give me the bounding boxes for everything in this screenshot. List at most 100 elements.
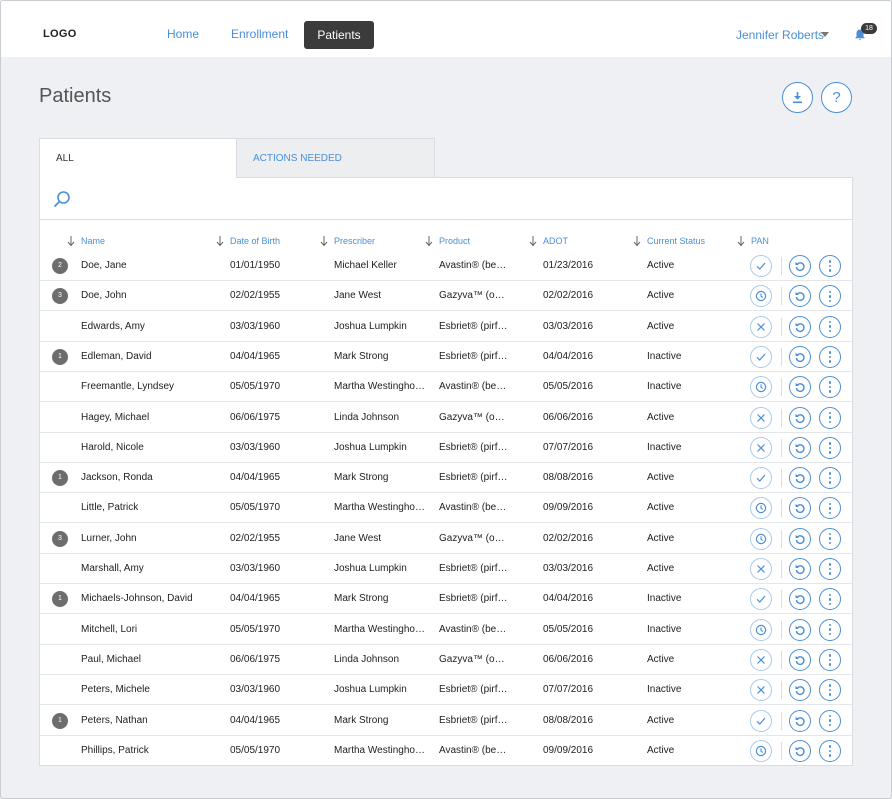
pan-status-button[interactable] xyxy=(750,406,772,429)
more-options-button[interactable] xyxy=(819,255,841,277)
pan-status-button[interactable] xyxy=(750,376,772,399)
pan-status-button[interactable] xyxy=(750,648,772,671)
more-options-button[interactable] xyxy=(819,679,841,702)
more-options-button[interactable] xyxy=(819,497,841,520)
more-options-button[interactable] xyxy=(819,709,841,732)
pan-status-button[interactable] xyxy=(750,467,772,490)
tab-all[interactable]: ALL xyxy=(39,138,237,178)
reset-button[interactable] xyxy=(789,315,811,338)
more-options-button[interactable] xyxy=(819,406,841,429)
table-row[interactable]: Marshall, Amy 03/03/1960 Joshua Lumpkin Esb… xyxy=(40,554,852,584)
more-options-button[interactable] xyxy=(819,285,841,308)
sort-arrow-icon[interactable] xyxy=(425,235,433,247)
table-row[interactable]: Little, Patrick 05/05/1970 Martha Westingh… xyxy=(40,493,852,524)
patient-name-cell[interactable]: Peters, Michele xyxy=(81,684,221,695)
table-row[interactable]: Edwards, Amy 03/03/1960 Joshua Lumpkin Esbr… xyxy=(40,312,852,342)
column-header-prescriber[interactable]: Prescriber xyxy=(334,236,375,246)
sort-arrow-icon[interactable] xyxy=(67,235,75,247)
pan-status-button[interactable] xyxy=(750,255,772,277)
patient-name-cell[interactable]: Hagey, Michael xyxy=(81,412,221,423)
nav-patients-link[interactable]: Patients xyxy=(304,21,374,49)
pan-status-button[interactable] xyxy=(750,315,772,338)
patient-name-cell[interactable]: Lurner, John xyxy=(81,533,221,544)
reset-button[interactable] xyxy=(789,709,811,732)
pan-status-button[interactable] xyxy=(750,436,772,459)
more-options-button[interactable] xyxy=(819,436,841,459)
sort-arrow-icon[interactable] xyxy=(320,235,328,247)
reset-button[interactable] xyxy=(789,376,811,399)
pan-status-button[interactable] xyxy=(750,527,772,550)
reset-button[interactable] xyxy=(789,618,811,641)
table-row[interactable]: 3 Lurner, John 02/02/1955 Jane West Gazyva™ … xyxy=(40,524,852,554)
caret-down-icon[interactable] xyxy=(821,32,829,37)
table-row[interactable]: 1 Jackson, Ronda 04/04/1965 Mark Strong Esbr… xyxy=(40,463,852,494)
table-row[interactable]: Peters, Michele 03/03/1960 Joshua Lumpkin E… xyxy=(40,675,852,706)
patient-name-cell[interactable]: Mitchell, Lori xyxy=(81,624,221,635)
more-options-button[interactable] xyxy=(819,345,841,368)
patient-name-cell[interactable]: Freemantle, Lyndsey xyxy=(81,381,221,392)
column-header-name[interactable]: Name xyxy=(81,236,105,246)
patient-name-cell[interactable]: Marshall, Amy xyxy=(81,563,221,574)
pan-status-button[interactable] xyxy=(750,709,772,732)
pan-status-button[interactable] xyxy=(750,345,772,368)
column-header-date-of-birth[interactable]: Date of Birth xyxy=(230,236,280,246)
table-row[interactable]: 1 Edleman, David 04/04/1965 Mark Strong Esbr… xyxy=(40,342,852,372)
reset-button[interactable] xyxy=(789,467,811,490)
nav-enrollment-link[interactable]: Enrollment xyxy=(231,27,288,41)
column-header-adot[interactable]: ADOT xyxy=(543,236,568,246)
patient-name-cell[interactable]: Little, Patrick xyxy=(81,502,221,513)
column-header-current-status[interactable]: Current Status xyxy=(647,236,705,246)
pan-status-button[interactable] xyxy=(750,739,772,762)
patient-name-cell[interactable]: Jackson, Ronda xyxy=(81,472,221,483)
more-options-button[interactable] xyxy=(819,558,841,580)
tab-actions-needed[interactable]: ACTIONS NEEDED xyxy=(237,138,435,178)
reset-button[interactable] xyxy=(789,255,811,277)
table-row[interactable]: 3 Doe, John 02/02/1955 Jane West Gazyva™ (ob… xyxy=(40,281,852,312)
patient-name-cell[interactable]: Doe, John xyxy=(81,290,221,301)
reset-button[interactable] xyxy=(789,679,811,702)
more-options-button[interactable] xyxy=(819,376,841,399)
user-menu[interactable]: Jennifer Roberts xyxy=(736,28,824,42)
reset-button[interactable] xyxy=(789,558,811,580)
more-options-button[interactable] xyxy=(819,648,841,671)
reset-button[interactable] xyxy=(789,345,811,368)
patient-name-cell[interactable]: Edleman, David xyxy=(81,351,221,362)
patient-name-cell[interactable]: Edwards, Amy xyxy=(81,321,221,332)
search-icon[interactable] xyxy=(53,190,71,208)
table-row[interactable]: Harold, Nicole 03/03/1960 Joshua Lumpkin Es… xyxy=(40,433,852,463)
reset-button[interactable] xyxy=(789,497,811,520)
table-row[interactable]: Freemantle, Lyndsey 05/05/1970 Martha West… xyxy=(40,372,852,403)
sort-arrow-icon[interactable] xyxy=(216,235,224,247)
download-button[interactable] xyxy=(782,82,813,113)
patient-name-cell[interactable]: Michaels-Johnson, David xyxy=(81,593,221,604)
reset-button[interactable] xyxy=(789,436,811,459)
pan-status-button[interactable] xyxy=(750,588,772,611)
reset-button[interactable] xyxy=(789,527,811,550)
table-row[interactable]: Phillips, Patrick 05/05/1970 Martha Westin… xyxy=(40,736,852,766)
patient-name-cell[interactable]: Harold, Nicole xyxy=(81,442,221,453)
pan-status-button[interactable] xyxy=(750,285,772,308)
sort-arrow-icon[interactable] xyxy=(529,235,537,247)
table-row[interactable]: 1 Michaels-Johnson, David 04/04/1965 Mark S… xyxy=(40,584,852,615)
more-options-button[interactable] xyxy=(819,315,841,338)
reset-button[interactable] xyxy=(789,588,811,611)
nav-home-link[interactable]: Home xyxy=(167,27,199,41)
table-row[interactable]: Paul, Michael 06/06/1975 Linda Johnson Gazy… xyxy=(40,645,852,675)
help-button[interactable]: ? xyxy=(821,82,852,113)
patient-name-cell[interactable]: Doe, Jane xyxy=(81,260,221,271)
pan-status-button[interactable] xyxy=(750,618,772,641)
more-options-button[interactable] xyxy=(819,739,841,762)
reset-button[interactable] xyxy=(789,739,811,762)
more-options-button[interactable] xyxy=(819,527,841,550)
table-row[interactable]: Mitchell, Lori 05/05/1970 Martha Westingho… xyxy=(40,615,852,645)
more-options-button[interactable] xyxy=(819,588,841,611)
pan-status-button[interactable] xyxy=(750,679,772,702)
pan-status-button[interactable] xyxy=(750,558,772,580)
table-row[interactable]: 1 Peters, Nathan 04/04/1965 Mark Strong Esbr… xyxy=(40,706,852,736)
table-row[interactable]: Hagey, Michael 06/06/1975 Linda Johnson Gaz… xyxy=(40,403,852,433)
patient-name-cell[interactable]: Peters, Nathan xyxy=(81,715,221,726)
patient-name-cell[interactable]: Phillips, Patrick xyxy=(81,745,221,756)
reset-button[interactable] xyxy=(789,285,811,308)
patient-name-cell[interactable]: Paul, Michael xyxy=(81,654,221,665)
sort-arrow-icon[interactable] xyxy=(737,235,745,247)
